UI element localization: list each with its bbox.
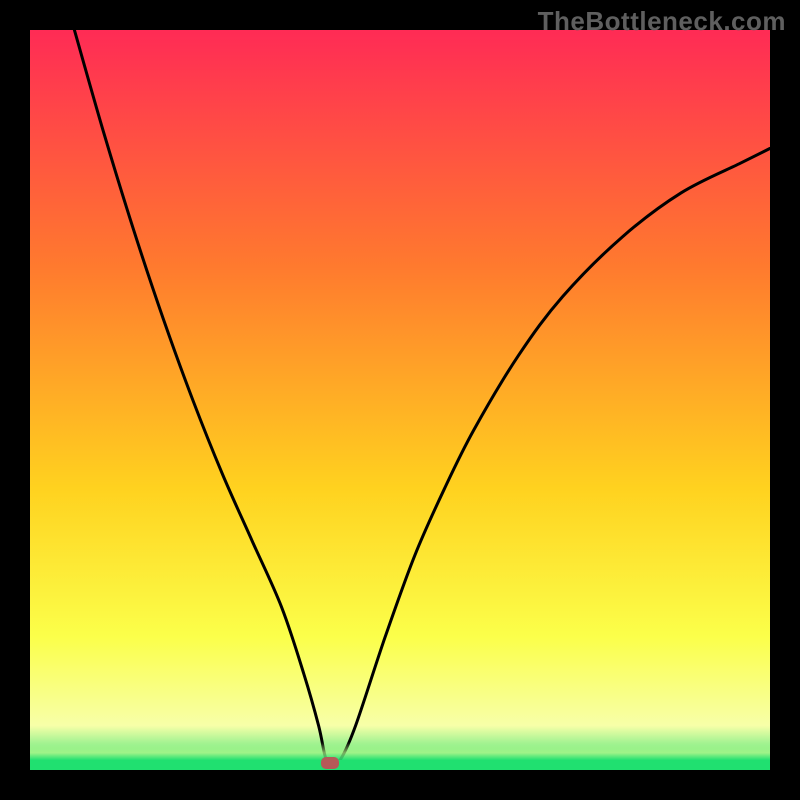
watermark-text: TheBottleneck.com xyxy=(538,6,786,37)
outer-frame: TheBottleneck.com xyxy=(0,0,800,800)
green-baseline xyxy=(30,760,770,770)
bottleneck-curve xyxy=(30,30,770,770)
bottleneck-marker xyxy=(321,757,339,769)
plot-area xyxy=(30,30,770,770)
